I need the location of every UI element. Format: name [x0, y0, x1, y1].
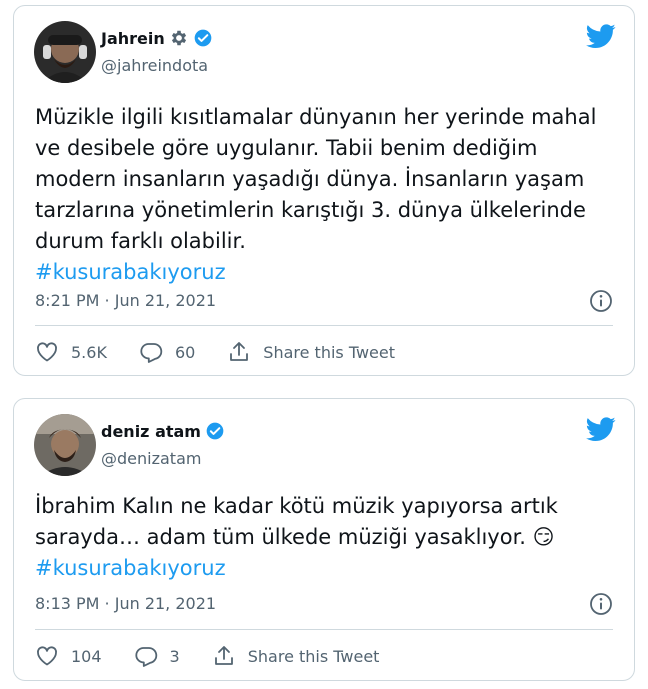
reply-button[interactable]: 3 — [134, 644, 180, 668]
divider — [35, 325, 613, 326]
heart-icon — [35, 644, 59, 668]
like-count: 104 — [71, 646, 102, 666]
share-button[interactable]: Share this Tweet — [227, 340, 395, 364]
reply-icon — [134, 644, 158, 668]
author-name[interactable]: Jahrein — [101, 29, 165, 48]
share-icon — [227, 340, 251, 364]
author-handle[interactable]: @jahreindota — [101, 56, 208, 75]
share-icon — [212, 644, 236, 668]
heart-icon — [35, 340, 59, 364]
verified-badge-icon — [193, 28, 213, 48]
reply-icon — [139, 340, 163, 364]
info-icon[interactable] — [589, 592, 613, 616]
avatar[interactable] — [34, 414, 96, 476]
tweet-timestamp[interactable]: 8:21 PM · Jun 21, 2021 — [35, 291, 216, 310]
share-button[interactable]: Share this Tweet — [212, 644, 380, 668]
twitter-bird-icon[interactable] — [586, 24, 616, 49]
info-icon[interactable] — [589, 289, 613, 313]
reply-count: 3 — [169, 646, 180, 666]
divider — [35, 629, 613, 630]
like-button[interactable]: 5.6K — [35, 340, 107, 364]
tweet-text: İbrahim Kalın ne kadar kötü müzik yapıyo… — [35, 491, 610, 584]
tweet-actions: 5.6K 60 Share this Tweet — [35, 340, 427, 364]
reply-button[interactable]: 60 — [139, 340, 195, 364]
share-label: Share this Tweet — [263, 342, 396, 362]
author-name[interactable]: deniz atam — [101, 422, 201, 441]
verified-badge-icon — [205, 421, 225, 441]
hashtag-link[interactable]: #kusurabakıyoruz — [35, 556, 226, 580]
tweet-body: Müzikle ilgili kısıtlamalar dünyanın her… — [35, 105, 597, 253]
tweet-card[interactable]: deniz atam @denizatam İbrahim Kalın ne k… — [13, 398, 635, 681]
like-count: 5.6K — [71, 342, 107, 362]
tweet-text: Müzikle ilgili kısıtlamalar dünyanın her… — [35, 102, 610, 288]
reply-count: 60 — [174, 342, 196, 362]
like-button[interactable]: 104 — [35, 644, 102, 668]
tweet-card[interactable]: Jahrein @jahreindota Müzikle ilgili kısı… — [13, 5, 635, 376]
author-row: Jahrein — [101, 28, 213, 48]
tweet-actions: 104 3 Share this Tweet — [35, 644, 411, 668]
hashtag-link[interactable]: #kusurabakıyoruz — [35, 260, 226, 284]
gear-icon — [169, 28, 189, 48]
author-handle[interactable]: @denizatam — [101, 449, 201, 468]
tweet-body: İbrahim Kalın ne kadar kötü müzik yapıyo… — [35, 494, 558, 549]
twitter-bird-icon[interactable] — [586, 417, 616, 442]
share-label: Share this Tweet — [247, 646, 380, 666]
avatar[interactable] — [34, 21, 96, 83]
tweet-timestamp[interactable]: 8:13 PM · Jun 21, 2021 — [35, 594, 216, 613]
author-row: deniz atam — [101, 421, 225, 441]
